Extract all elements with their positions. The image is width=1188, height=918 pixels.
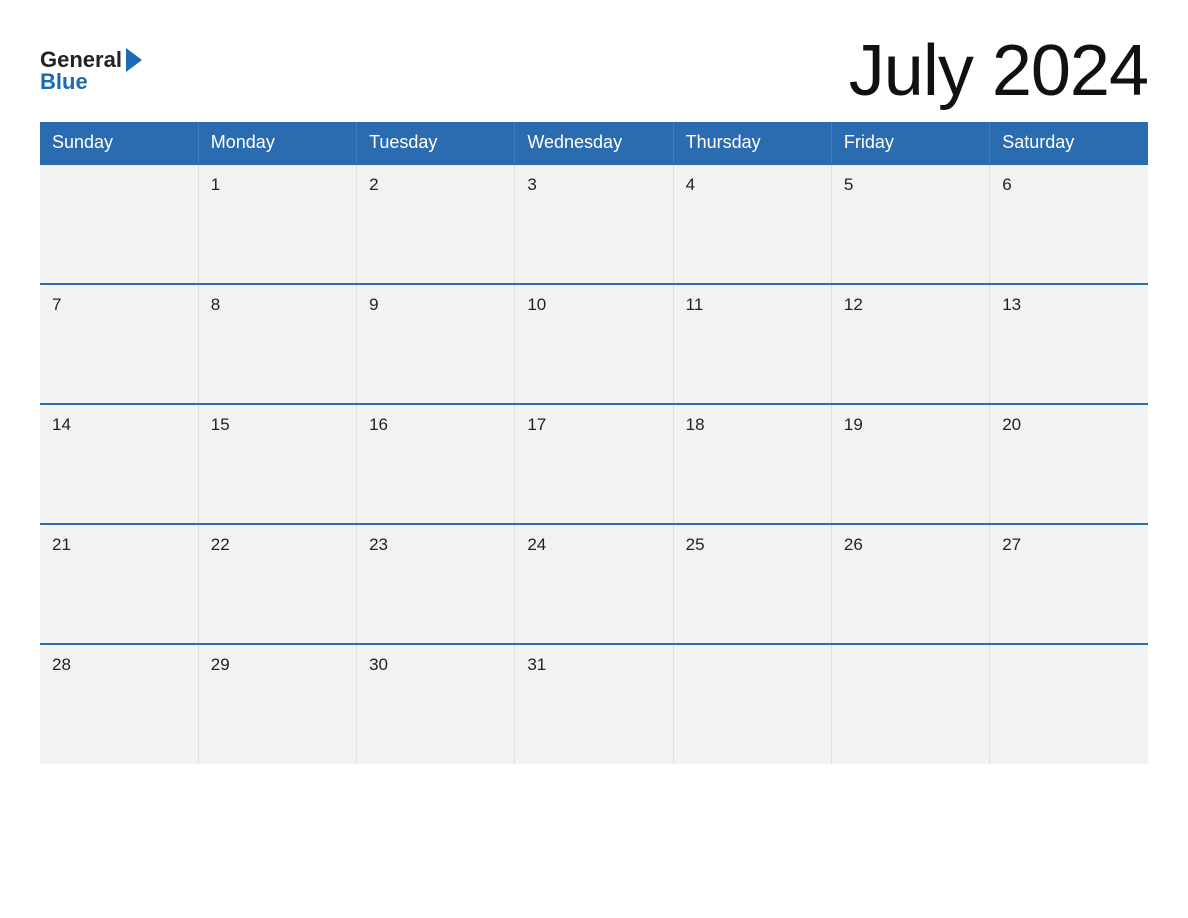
day-number: 24 <box>527 535 546 554</box>
calendar-week-row: 21 22 23 24 25 26 27 <box>40 524 1148 644</box>
day-number: 6 <box>1002 175 1011 194</box>
calendar-cell: 26 <box>831 524 989 644</box>
day-number: 30 <box>369 655 388 674</box>
day-number: 8 <box>211 295 220 314</box>
calendar-weekday-wednesday: Wednesday <box>515 122 673 164</box>
day-number: 9 <box>369 295 378 314</box>
day-number: 22 <box>211 535 230 554</box>
calendar-cell: 19 <box>831 404 989 524</box>
calendar-weekday-monday: Monday <box>198 122 356 164</box>
calendar-cell: 7 <box>40 284 198 404</box>
calendar-cell: 15 <box>198 404 356 524</box>
calendar-cell: 5 <box>831 164 989 284</box>
calendar-cell: 6 <box>990 164 1148 284</box>
calendar-week-row: 14 15 16 17 18 19 20 <box>40 404 1148 524</box>
logo-arrow-icon <box>126 48 142 72</box>
calendar-cell: 23 <box>357 524 515 644</box>
day-number: 16 <box>369 415 388 434</box>
calendar-cell: 14 <box>40 404 198 524</box>
day-number: 13 <box>1002 295 1021 314</box>
calendar-cell: 10 <box>515 284 673 404</box>
calendar-cell <box>990 644 1148 764</box>
calendar-weekday-thursday: Thursday <box>673 122 831 164</box>
calendar-cell: 4 <box>673 164 831 284</box>
day-number: 10 <box>527 295 546 314</box>
month-title: July 2024 <box>849 30 1148 112</box>
day-number: 28 <box>52 655 71 674</box>
day-number: 20 <box>1002 415 1021 434</box>
calendar-cell: 1 <box>198 164 356 284</box>
calendar-cell: 22 <box>198 524 356 644</box>
calendar-cell: 20 <box>990 404 1148 524</box>
calendar-cell: 24 <box>515 524 673 644</box>
day-number: 11 <box>686 295 704 314</box>
calendar-table: SundayMondayTuesdayWednesdayThursdayFrid… <box>40 122 1148 764</box>
calendar-cell: 28 <box>40 644 198 764</box>
calendar-cell: 16 <box>357 404 515 524</box>
calendar-week-row: 1 2 3 4 5 6 <box>40 164 1148 284</box>
day-number: 12 <box>844 295 863 314</box>
day-number: 7 <box>52 295 61 314</box>
calendar-week-row: 28 29 30 31 <box>40 644 1148 764</box>
day-number: 31 <box>527 655 546 674</box>
day-number: 4 <box>686 175 695 194</box>
calendar-cell: 12 <box>831 284 989 404</box>
day-number: 5 <box>844 175 853 194</box>
calendar-cell: 30 <box>357 644 515 764</box>
calendar-cell: 3 <box>515 164 673 284</box>
day-number: 23 <box>369 535 388 554</box>
day-number: 27 <box>1002 535 1021 554</box>
calendar-cell: 9 <box>357 284 515 404</box>
calendar-cell: 31 <box>515 644 673 764</box>
day-number: 19 <box>844 415 863 434</box>
calendar-weekday-tuesday: Tuesday <box>357 122 515 164</box>
calendar-weekday-sunday: Sunday <box>40 122 198 164</box>
calendar-header-row: SundayMondayTuesdayWednesdayThursdayFrid… <box>40 122 1148 164</box>
calendar-weekday-saturday: Saturday <box>990 122 1148 164</box>
day-number: 25 <box>686 535 705 554</box>
calendar-cell: 11 <box>673 284 831 404</box>
day-number: 3 <box>527 175 536 194</box>
calendar-cell: 27 <box>990 524 1148 644</box>
calendar-weekday-friday: Friday <box>831 122 989 164</box>
day-number: 17 <box>527 415 546 434</box>
day-number: 14 <box>52 415 71 434</box>
calendar-cell: 18 <box>673 404 831 524</box>
day-number: 26 <box>844 535 863 554</box>
day-number: 2 <box>369 175 378 194</box>
day-number: 18 <box>686 415 705 434</box>
calendar-cell <box>831 644 989 764</box>
calendar-cell <box>40 164 198 284</box>
calendar-cell: 17 <box>515 404 673 524</box>
day-number: 15 <box>211 415 230 434</box>
calendar-cell: 29 <box>198 644 356 764</box>
calendar-cell: 2 <box>357 164 515 284</box>
logo: General Blue <box>40 47 142 95</box>
calendar-cell <box>673 644 831 764</box>
day-number: 29 <box>211 655 230 674</box>
page-header: General Blue July 2024 <box>40 30 1148 112</box>
logo-blue: Blue <box>40 69 88 95</box>
calendar-cell: 13 <box>990 284 1148 404</box>
calendar-week-row: 7 8 9 10 11 12 13 <box>40 284 1148 404</box>
day-number: 1 <box>211 175 220 194</box>
day-number: 21 <box>52 535 71 554</box>
calendar-cell: 8 <box>198 284 356 404</box>
calendar-cell: 21 <box>40 524 198 644</box>
calendar-cell: 25 <box>673 524 831 644</box>
